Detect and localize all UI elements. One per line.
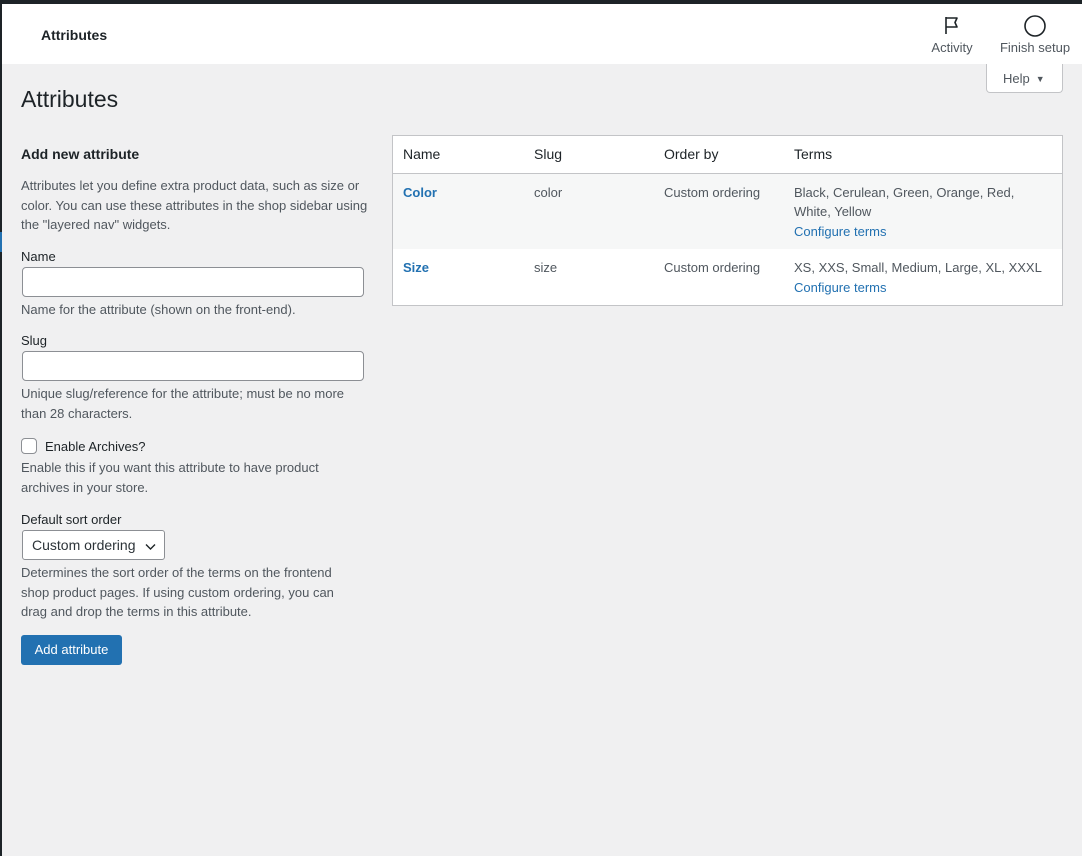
configure-terms-link[interactable]: Configure terms	[794, 278, 1052, 298]
column-header-slug: Slug	[524, 136, 654, 174]
left-accent	[0, 232, 2, 252]
column-header-name: Name	[393, 136, 524, 174]
sort-order-label: Default sort order	[21, 512, 122, 527]
name-help: Name for the attribute (shown on the fro…	[21, 301, 296, 317]
finish-setup-label: Finish setup	[999, 40, 1071, 55]
sort-order-help: Determines the sort order of the terms o…	[21, 565, 334, 619]
flag-icon	[926, 14, 978, 36]
configure-terms-link[interactable]: Configure terms	[794, 222, 1052, 242]
attribute-name-link[interactable]: Size	[403, 260, 429, 275]
table-row: Size size Custom ordering XS, XXS, Small…	[393, 249, 1062, 305]
archives-help: Enable this if you want this attribute t…	[21, 460, 319, 495]
help-label: Help	[1003, 71, 1030, 86]
attribute-terms: Black, Cerulean, Green, Orange, Red, Whi…	[794, 184, 1015, 220]
name-input[interactable]	[22, 266, 364, 297]
attributes-table: Name Slug Order by Terms Color color Cus…	[392, 135, 1063, 306]
attribute-slug: color	[524, 173, 654, 249]
sort-order-select[interactable]: Custom ordering	[22, 530, 165, 560]
attribute-slug: size	[534, 260, 558, 275]
activity-button[interactable]: Activity	[926, 14, 978, 55]
circle-icon	[996, 14, 1074, 37]
table-header-row: Name Slug Order by Terms	[393, 136, 1062, 174]
sort-order-value: Custom ordering	[32, 537, 136, 553]
slug-label: Slug	[21, 333, 48, 348]
attribute-terms: XS, XXS, Small, Medium, Large, XL, XXXL	[794, 260, 1042, 275]
activity-label: Activity	[931, 40, 973, 55]
chevron-down-icon	[145, 539, 156, 555]
help-button[interactable]: Help ▼	[986, 64, 1063, 93]
attribute-order-by: Custom ordering	[654, 173, 784, 249]
page-title: Attributes	[21, 86, 119, 112]
header-bar: Attributes Activity Finish setup	[2, 4, 1082, 64]
finish-setup-button[interactable]: Finish setup	[996, 14, 1074, 55]
attribute-terms-cell: Black, Cerulean, Green, Orange, Red, Whi…	[784, 173, 1062, 249]
attribute-terms-cell: XS, XXS, Small, Medium, Large, XL, XXXL …	[784, 249, 1062, 305]
archives-label: Enable Archives?	[45, 438, 146, 454]
archives-row: Enable Archives?	[21, 438, 386, 454]
slug-help: Unique slug/reference for the attribute;…	[21, 386, 345, 421]
table-row: Color color Custom ordering Black, Cerul…	[393, 173, 1062, 249]
column-header-terms: Terms	[784, 136, 1062, 174]
header-title: Attributes	[41, 27, 108, 43]
form-heading: Add new attribute	[21, 146, 140, 162]
left-edge	[0, 4, 2, 856]
column-header-order-by: Order by	[654, 136, 784, 174]
add-attribute-form: Add new attribute Attributes let you def…	[21, 146, 386, 665]
form-intro: Attributes let you define extra product …	[21, 178, 368, 232]
caret-down-icon: ▼	[1035, 74, 1045, 84]
add-attribute-button[interactable]: Add attribute	[21, 634, 122, 665]
enable-archives-checkbox[interactable]	[21, 438, 37, 454]
slug-input[interactable]	[22, 351, 364, 381]
attribute-order-by: Custom ordering	[664, 260, 761, 275]
name-label: Name	[21, 248, 56, 264]
attribute-name-link[interactable]: Color	[403, 185, 437, 200]
